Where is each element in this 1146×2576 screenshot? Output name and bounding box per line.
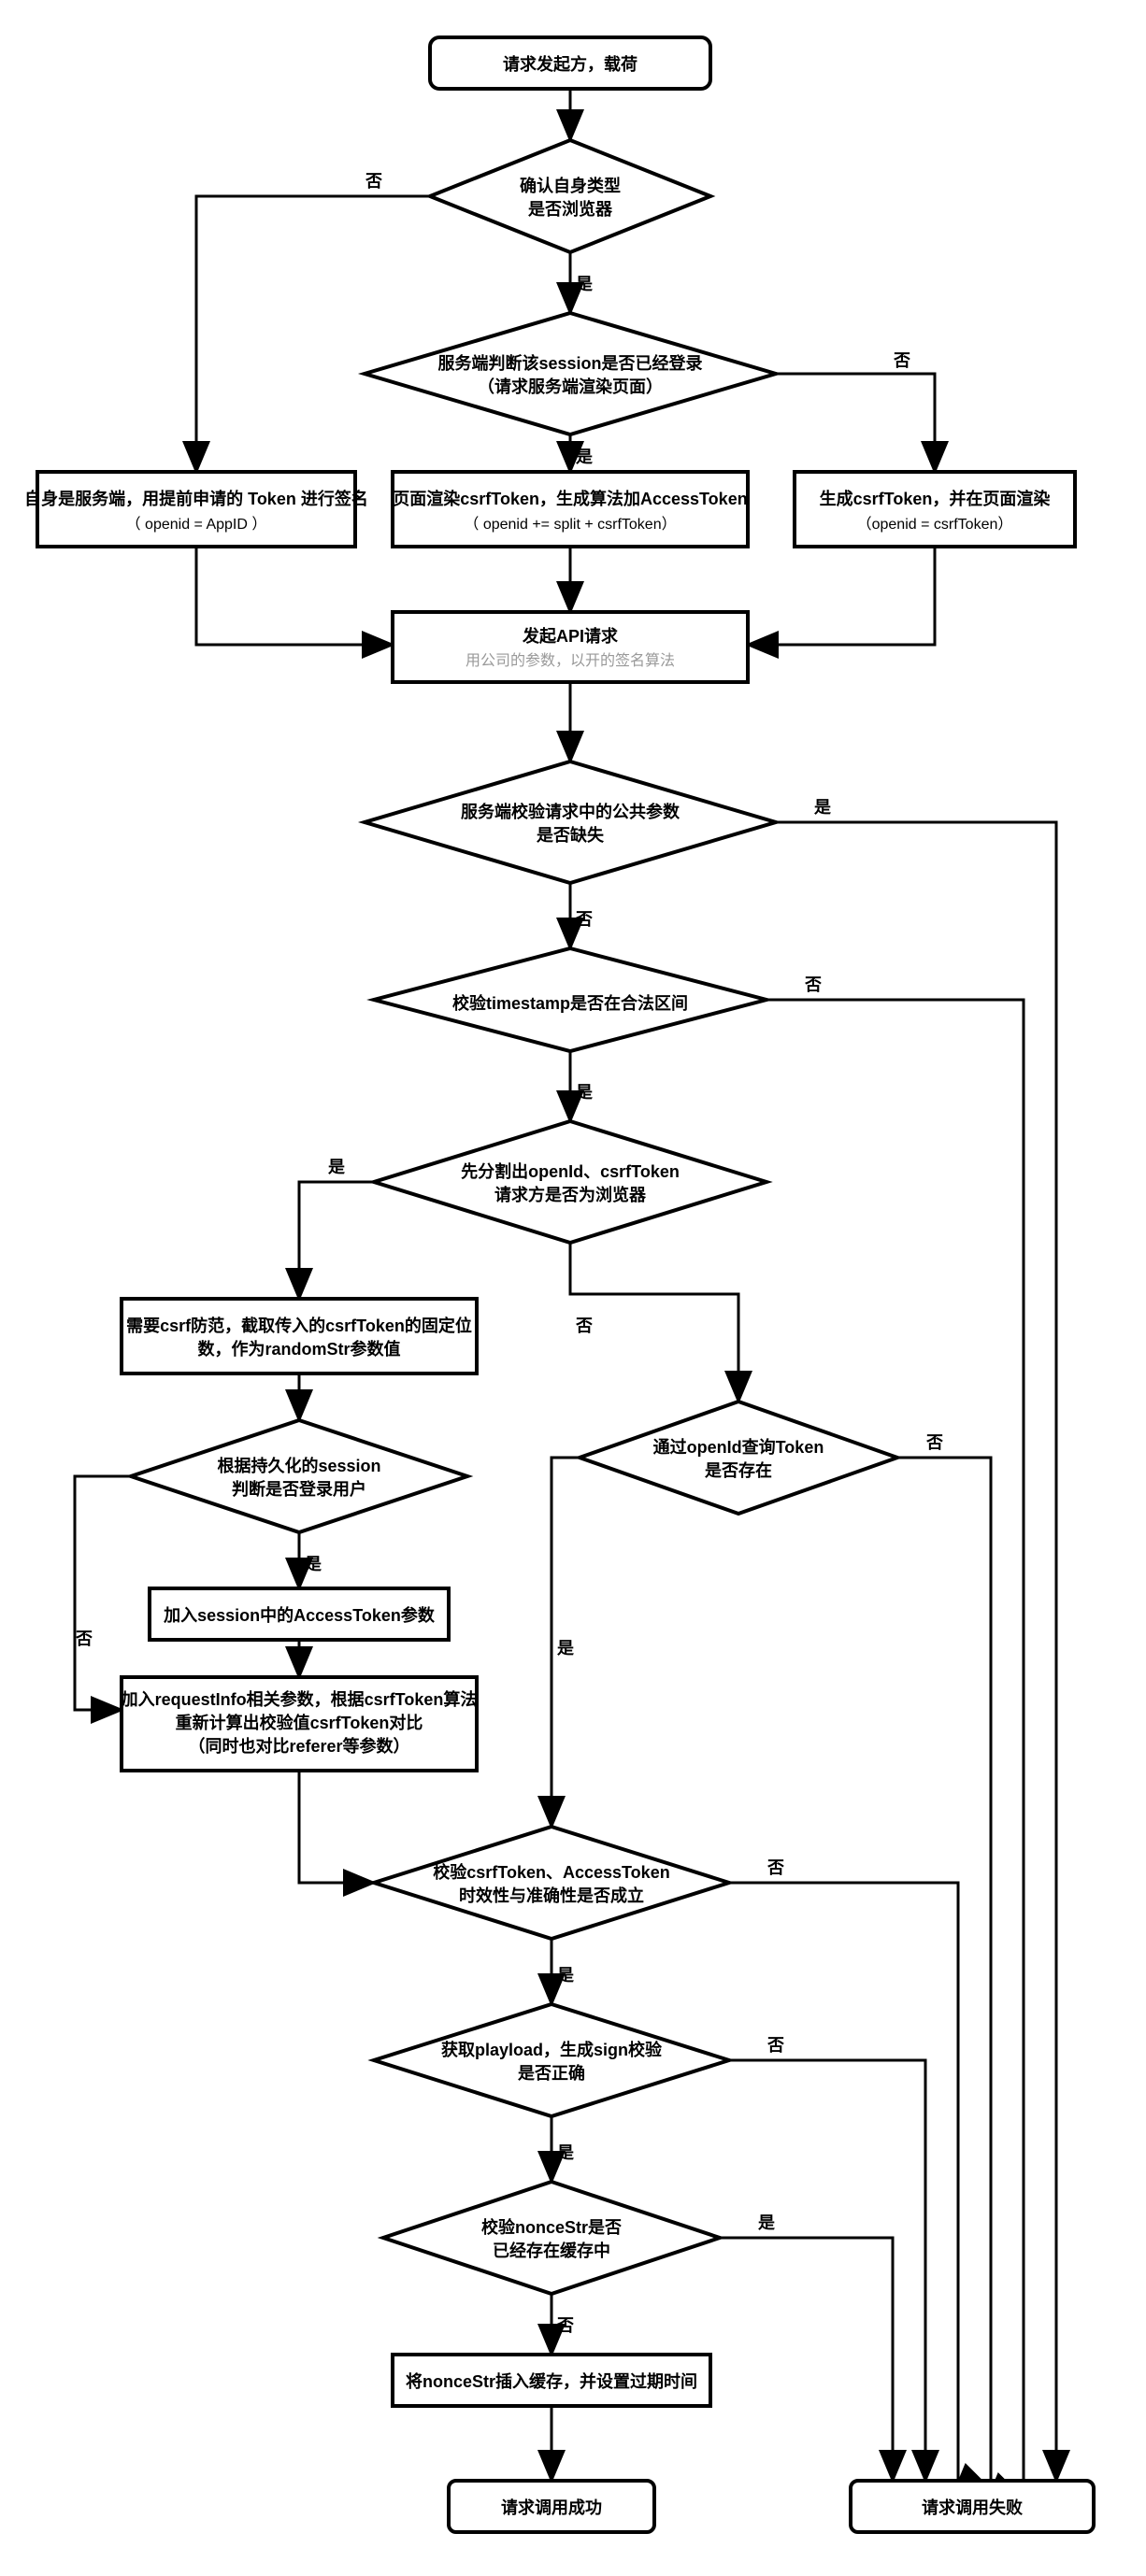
text-d1-2: 是否浏览器 — [527, 199, 613, 219]
edge-d6-no: 否 — [75, 1630, 93, 1648]
node-d7: 通过openId查询Token 是否存在 — [580, 1402, 897, 1514]
edge-d6-yes: 是 — [304, 1555, 322, 1573]
edge-d2-yes: 是 — [575, 448, 593, 466]
text-pcsrf-1: 需要csrf防范，截取传入的csrfToken的固定位 — [126, 1316, 472, 1335]
text-ok: 请求调用成功 — [501, 2498, 602, 2517]
edge-d7-yes: 是 — [556, 1639, 574, 1658]
text-pmid-2: （ openid += split + csrfToken） — [464, 516, 676, 533]
text-d8-2: 时效性与准确性是否成立 — [459, 1886, 644, 1905]
text-preq-1: 加入requestInfo相关参数，根据csrfToken算法 — [121, 1689, 478, 1709]
node-d5: 先分割出openId、csrfToken 请求方是否为浏览器 — [374, 1121, 766, 1243]
text-d4: 校验timestamp是否在合法区间 — [452, 993, 688, 1013]
text-pcsrf-2: 数，作为randomStr参数值 — [197, 1339, 400, 1359]
edge-d10-yes: 是 — [757, 2213, 775, 2232]
text-fail: 请求调用失败 — [922, 2498, 1023, 2517]
edge-d10-no: 否 — [556, 2316, 574, 2335]
text-d5-2: 请求方是否为浏览器 — [494, 1185, 647, 1204]
node-p-csrf: 需要csrf防范，截取传入的csrfToken的固定位 数，作为randomSt… — [122, 1299, 477, 1373]
text-d9-2: 是否正确 — [517, 2063, 585, 2083]
text-d10-1: 校验nonceStr是否 — [481, 2217, 622, 2237]
flowchart-diagram: 请求发起方，载荷 确认自身类型 是否浏览器 否 是 服务端判断该session是… — [0, 0, 1146, 2576]
edge-d5-yes: 是 — [327, 1158, 345, 1176]
node-d2: 服务端判断该session是否已经登录 （请求服务端渲染页面） — [365, 313, 776, 434]
text-d5-1: 先分割出openId、csrfToken — [461, 1161, 680, 1181]
edge-d9-no: 否 — [766, 2036, 784, 2055]
edge-d7-no: 否 — [925, 1433, 943, 1452]
node-p-mid: 页面渲染csrfToken，生成算法加AccessToken （ openid … — [393, 472, 748, 547]
text-start: 请求发起方，载荷 — [503, 54, 637, 74]
text-pright-2: （openid = csrfToken） — [857, 516, 1013, 533]
node-d3: 服务端校验请求中的公共参数 是否缺失 — [365, 761, 776, 883]
text-pleft-2: （ openid = AppID ） — [126, 516, 267, 533]
node-d4: 校验timestamp是否在合法区间 — [374, 948, 766, 1051]
node-api: 发起API请求 用公司的参数，以开的签名算法 — [393, 612, 748, 682]
node-p-right: 生成csrfToken，并在页面渲染 （openid = csrfToken） — [795, 472, 1075, 547]
node-d9: 获取playload，生成sign校验 是否正确 — [374, 2004, 729, 2116]
node-start: 请求发起方，载荷 — [430, 37, 710, 89]
edge-d1-yes: 是 — [575, 275, 593, 293]
node-d8: 校验csrfToken、AccessToken 时效性与准确性是否成立 — [374, 1827, 729, 1939]
node-d6: 根据持久化的session 判断是否登录用户 — [131, 1420, 467, 1532]
edge-d8-no: 否 — [766, 1858, 784, 1877]
text-d6-2: 判断是否登录用户 — [232, 1479, 366, 1499]
text-d3-2: 是否缺失 — [536, 825, 605, 845]
text-preq-2: 重新计算出校验值csrfToken对比 — [176, 1713, 423, 1732]
edge-d4-no: 否 — [804, 975, 822, 994]
edge-d2-no: 否 — [893, 351, 910, 370]
text-d6-1: 根据持久化的session — [217, 1456, 380, 1475]
text-preq-3: （同时也对比referer等参数） — [188, 1736, 409, 1756]
text-pmid-1: 页面渲染csrfToken，生成算法加AccessToken — [393, 489, 747, 508]
text-d9-1: 获取playload，生成sign校验 — [441, 2040, 663, 2059]
node-fail: 请求调用失败 — [851, 2481, 1094, 2532]
text-d2-1: 服务端判断该session是否已经登录 — [437, 353, 702, 373]
edge-d8-yes: 是 — [556, 1966, 574, 1985]
edge-d3-no: 否 — [575, 910, 593, 929]
text-psess: 加入session中的AccessToken参数 — [163, 1605, 436, 1625]
text-d2-2: （请求服务端渲染页面） — [478, 377, 663, 396]
text-pleft-1: 自身是服务端，用提前申请的 Token 进行签名 — [24, 489, 368, 508]
node-p-cache: 将nonceStr插入缓存，并设置过期时间 — [393, 2355, 710, 2406]
node-ok: 请求调用成功 — [449, 2481, 654, 2532]
edge-d4-yes: 是 — [575, 1083, 593, 1102]
edge-d5-no: 否 — [575, 1316, 593, 1335]
text-api-2: 用公司的参数，以开的签名算法 — [466, 651, 675, 669]
text-d7-2: 是否存在 — [704, 1460, 772, 1480]
node-p-sess: 加入session中的AccessToken参数 — [150, 1588, 449, 1640]
text-d8-1: 校验csrfToken、AccessToken — [433, 1862, 669, 1882]
node-d10: 校验nonceStr是否 已经存在缓存中 — [383, 2182, 720, 2294]
text-d10-2: 已经存在缓存中 — [493, 2241, 610, 2260]
node-d1: 确认自身类型 是否浏览器 — [430, 140, 710, 252]
text-d7-1: 通过openId查询Token — [653, 1437, 824, 1457]
node-p-req: 加入requestInfo相关参数，根据csrfToken算法 重新计算出校验值… — [121, 1677, 478, 1771]
text-d3-1: 服务端校验请求中的公共参数 — [461, 802, 680, 821]
text-api-1: 发起API请求 — [522, 626, 619, 646]
text-pright-1: 生成csrfToken，并在页面渲染 — [820, 489, 1052, 508]
edge-d1-no: 否 — [365, 172, 382, 191]
edge-d9-yes: 是 — [556, 2143, 574, 2162]
text-d1-1: 确认自身类型 — [520, 176, 621, 195]
text-pcache: 将nonceStr插入缓存，并设置过期时间 — [406, 2371, 697, 2391]
edge-d3-yes: 是 — [813, 798, 831, 817]
node-p-left: 自身是服务端，用提前申请的 Token 进行签名 （ openid = AppI… — [24, 472, 368, 547]
